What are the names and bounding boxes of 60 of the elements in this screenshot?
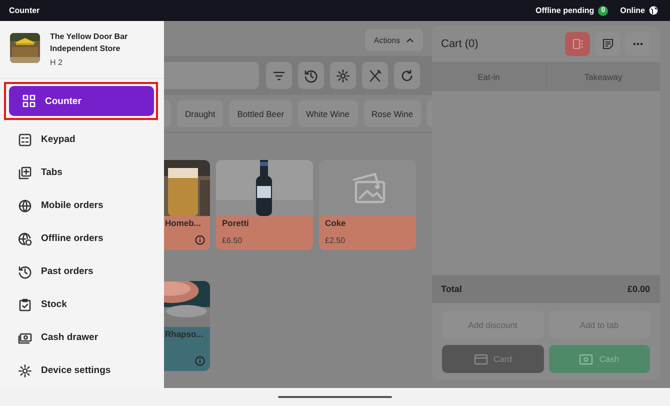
product-card[interactable]: Homeb...	[164, 160, 210, 250]
nav-item[interactable]: Tabs	[0, 156, 164, 189]
product-price: £6.50	[222, 236, 242, 244]
product-name: Homeb...	[165, 218, 202, 229]
globe-icon	[18, 198, 32, 212]
product-price: £2.50	[325, 236, 346, 244]
info-icon[interactable]	[195, 356, 205, 366]
nav-item[interactable]: Mobile orders	[0, 189, 164, 222]
cart-title: Cart (0)	[441, 38, 478, 50]
nav-item[interactable]: Cash drawer	[0, 321, 164, 354]
product-name: Rhapso...	[165, 329, 204, 340]
receipt-icon	[572, 38, 584, 50]
category-chip[interactable]: White Wine	[298, 100, 358, 127]
refresh-button[interactable]	[394, 62, 420, 89]
cash-icon	[18, 330, 32, 344]
search-field[interactable]	[164, 62, 259, 89]
globe-clock-icon	[18, 232, 32, 246]
product-card[interactable]: Rhapso...	[164, 281, 210, 371]
grid-icon	[22, 94, 36, 108]
order-type-tab[interactable]: Takeaway	[546, 62, 660, 91]
category-chip[interactable]: Bottled Beer	[229, 100, 292, 127]
order-type-tab[interactable]: Eat-in	[432, 62, 546, 91]
notes-button[interactable]	[595, 32, 620, 56]
filter-button[interactable]	[266, 62, 292, 89]
nav-item[interactable]: Device settings	[0, 354, 164, 387]
store-subtitle: H 2	[50, 58, 64, 67]
globe-icon	[649, 6, 658, 15]
history-button[interactable]	[298, 62, 324, 89]
product-card[interactable]: Coke £2.50	[319, 160, 416, 250]
store-name: The Yellow Door Bar Independent Store	[50, 31, 129, 55]
nav-item[interactable]: Stock	[0, 288, 164, 321]
settings-button[interactable]	[330, 62, 356, 89]
product-name: Poretti	[222, 218, 250, 229]
utensils-icon	[368, 68, 382, 82]
tabs-icon	[18, 166, 32, 180]
online-label: Online	[620, 6, 645, 15]
keypad-icon	[18, 132, 32, 146]
total-value: £0.00	[627, 284, 650, 294]
screen-title: Counter	[9, 6, 40, 15]
category-chip[interactable]: Draught	[177, 100, 224, 127]
product-name: Coke	[325, 218, 347, 229]
utensils-button[interactable]	[362, 62, 388, 89]
note-icon	[602, 38, 614, 50]
nav-item[interactable]: Keypad	[0, 123, 164, 156]
cash-icon	[579, 352, 594, 366]
nav-item[interactable]: Counter	[9, 86, 154, 116]
product-card[interactable]: Poretti £6.50	[216, 160, 313, 250]
chevron-up-icon	[406, 37, 414, 43]
clipboard-check-icon	[18, 298, 32, 312]
info-icon[interactable]	[195, 235, 205, 245]
category-chip[interactable]: Rose Wine	[364, 100, 422, 127]
offline-pending-label: Offline pending	[536, 6, 594, 15]
actions-button[interactable]: Actions	[365, 29, 423, 51]
nav-item[interactable]: Offline orders	[0, 222, 164, 255]
total-label: Total	[441, 284, 462, 294]
card-icon	[474, 352, 488, 366]
history-icon	[18, 264, 32, 278]
history-icon	[304, 68, 318, 82]
refresh-icon	[400, 68, 414, 82]
nav-item[interactable]: Past orders	[0, 255, 164, 288]
